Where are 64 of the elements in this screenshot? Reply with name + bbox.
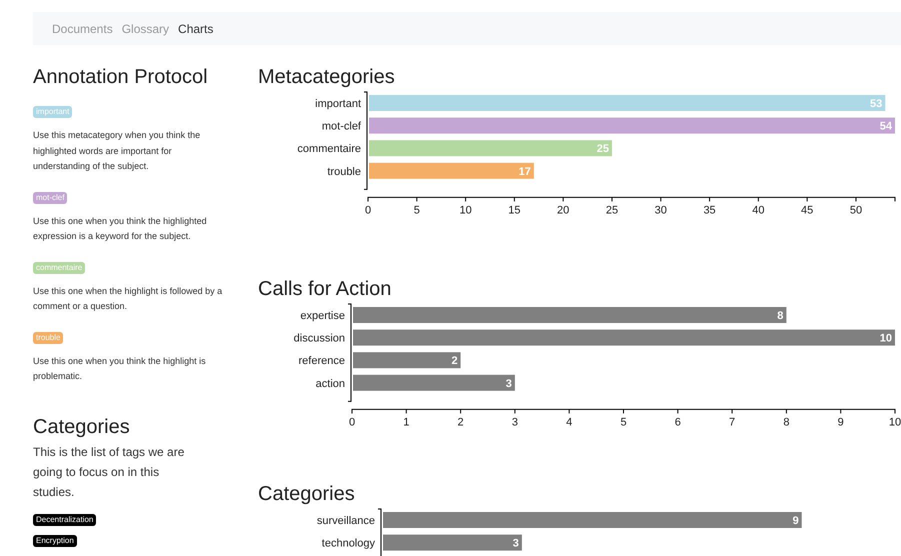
nav-link[interactable]: Glossary [122, 20, 170, 38]
tag-description: Use this one when the highlight is followed by a comment or a question. [33, 284, 223, 313]
y-axis [378, 508, 382, 556]
tag-description: Use this metacategory when you think the highlighted words are important for understanding of the subject. [33, 129, 202, 173]
tag-description: Use this one when you think the highlighted expression is a keyword for the subject. [33, 214, 208, 243]
category-label: trouble [327, 166, 361, 178]
x-tick-label: 0 [348, 416, 356, 429]
x-tick-label: 5 [414, 204, 420, 216]
chart-title: Calls for Action [258, 277, 392, 302]
category-tag: Encryption [33, 534, 77, 546]
x-tick-label: 30 [654, 204, 667, 216]
x-tick-label: 0 [364, 204, 372, 216]
value-label: 3 [506, 378, 512, 390]
value-label: 54 [880, 120, 892, 133]
category-label: reference [298, 356, 345, 368]
x-tick-label: 35 [703, 204, 716, 216]
category-tag: Decentralization [33, 514, 96, 526]
x-tick-label: 7 [729, 416, 736, 429]
value-label: 10 [880, 333, 892, 345]
value-label: 53 [870, 98, 882, 110]
tag-label: trouble [33, 332, 64, 344]
x-axis: 0 5 10 15 20 25 30 35 40 45 50 [364, 196, 896, 216]
category-label: discussion [294, 333, 345, 345]
x-tick-label: 45 [801, 204, 814, 216]
category-label: technology [322, 537, 375, 550]
x-tick-label: 8 [783, 416, 790, 429]
x-tick-label: 10 [888, 416, 901, 429]
category-label: surveillance [316, 514, 375, 527]
value-label: 2 [451, 356, 458, 368]
section-title: Categories [33, 414, 131, 438]
value-label: 3 [512, 537, 519, 550]
nav-link[interactable]: Charts [178, 20, 214, 38]
category-label: commentaire [297, 143, 361, 156]
category-label: mot-clef [322, 120, 361, 133]
x-tick-label: 25 [606, 204, 618, 216]
section-title: Annotation Protocol [33, 65, 209, 89]
chart-title: Metacategories [258, 65, 396, 89]
tag-label: commentaire [33, 262, 86, 274]
x-tick-label: 50 [850, 204, 862, 216]
nav-link[interactable]: Documents [52, 20, 113, 38]
x-tick-label: 20 [557, 204, 570, 216]
category-label: important [315, 98, 361, 110]
x-tick-label: 9 [838, 416, 844, 429]
x-tick-label: 2 [458, 416, 464, 429]
tag-label: important [33, 106, 72, 118]
x-axis: 0 1 2 3 4 5 6 7 8 9 10 [348, 409, 901, 429]
value-label: 8 [777, 310, 784, 322]
category-label: action [316, 378, 345, 390]
value-label: 9 [792, 514, 799, 527]
x-tick-label: 10 [459, 204, 472, 216]
x-tick-label: 1 [403, 416, 410, 429]
tag-description: Use this one when you think the highlight is problematic. [33, 354, 207, 383]
x-tick-label: 15 [508, 204, 521, 216]
category-label: expertise [300, 310, 345, 322]
chart-title: Categories [258, 482, 356, 506]
x-tick-label: 5 [620, 416, 627, 429]
value-label: 25 [596, 143, 609, 156]
section-description: This is the list of tags we are going to focus on in this studies. [33, 444, 186, 500]
x-tick-label: 4 [566, 416, 572, 429]
tag-label: mot-clef [33, 192, 68, 204]
x-tick-label: 6 [674, 416, 681, 429]
value-label: 17 [518, 166, 531, 178]
x-tick-label: 40 [752, 204, 764, 216]
x-tick-label: 3 [512, 416, 518, 429]
